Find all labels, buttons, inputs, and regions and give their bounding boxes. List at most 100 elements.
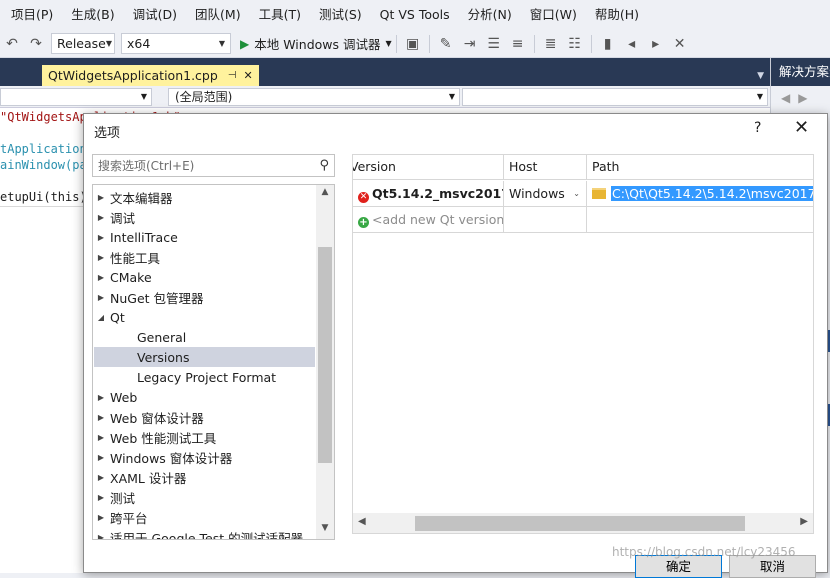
expand-icon[interactable]: ▶: [94, 473, 108, 482]
column-header-host[interactable]: Host: [504, 155, 587, 180]
table-row[interactable]: ✕Qt5.14.2_msvc2017_64 Windows ⌄ C:\Qt\Qt…: [353, 181, 813, 207]
outdent-icon[interactable]: ≡: [508, 34, 528, 54]
tree-item-web-performance-test-tools[interactable]: ▶ Web 性能测试工具: [94, 427, 315, 447]
format-icon[interactable]: ☰: [484, 34, 504, 54]
expand-icon[interactable]: ▶: [94, 513, 108, 522]
menu-qt-vs-tools[interactable]: Qt VS Tools: [371, 0, 459, 30]
close-icon[interactable]: ✕: [794, 117, 809, 138]
collapse-icon[interactable]: ◢: [94, 313, 108, 322]
clear-bookmarks-icon[interactable]: ✕: [670, 34, 690, 54]
expand-icon[interactable]: ▶: [94, 213, 108, 222]
redo-icon[interactable]: ↷: [26, 34, 46, 54]
expand-icon[interactable]: ▶: [94, 393, 108, 402]
tree-item-performance-tools[interactable]: ▶ 性能工具: [94, 247, 315, 267]
table-row[interactable]: + <add new Qt version>: [353, 207, 813, 233]
solution-platform-select[interactable]: x64 ▼: [121, 33, 231, 54]
next-bookmark-icon[interactable]: ▸: [646, 34, 666, 54]
expand-icon[interactable]: ▶: [94, 493, 108, 502]
menu-build[interactable]: 生成(B): [62, 0, 123, 30]
solution-config-select[interactable]: Release ▼: [51, 33, 115, 54]
search-icon[interactable]: ⚲: [319, 158, 329, 173]
version-cell[interactable]: ✕Qt5.14.2_msvc2017_64: [353, 181, 504, 206]
scrollbar-thumb[interactable]: [318, 247, 332, 463]
grid-horizontal-scrollbar[interactable]: ◀ ▶: [353, 513, 813, 533]
expand-icon[interactable]: ▶: [94, 233, 108, 242]
menu-tools[interactable]: 工具(T): [250, 0, 310, 30]
menu-debug[interactable]: 调试(D): [124, 0, 186, 30]
column-header-version[interactable]: Version: [353, 155, 504, 180]
menu-team[interactable]: 团队(M): [186, 0, 250, 30]
options-dialog: 选项 ? ✕ ⚲ ▶ 文本编辑器 ▶ 调试 ▶ IntelliTrace ▶ 性…: [83, 113, 828, 578]
tree-item-intellitrace[interactable]: ▶ IntelliTrace: [94, 227, 315, 247]
grid-header: Version Host Path: [353, 155, 813, 180]
tree-item-test[interactable]: ▶ 测试: [94, 487, 315, 507]
expand-icon[interactable]: ▶: [94, 433, 108, 442]
tab-qtwidgetsapplication1-cpp[interactable]: QtWidgetsApplication1.cpp ⊣ ✕: [42, 65, 259, 86]
tree-item-xaml-designer[interactable]: ▶ XAML 设计器: [94, 467, 315, 487]
expand-icon[interactable]: ▶: [94, 193, 108, 202]
tree-item-qt-general[interactable]: General: [94, 327, 315, 347]
tree-scrollbar[interactable]: ▲ ▼: [316, 185, 334, 539]
path-cell[interactable]: C:\Qt\Qt5.14.2\5.14.2\msvc2017_64: [587, 181, 813, 206]
wrench-icon[interactable]: ✎: [436, 34, 456, 54]
start-debugging-button[interactable]: ▶ 本地 Windows 调试器 ▼: [240, 34, 392, 53]
scroll-right-icon[interactable]: ▶: [800, 516, 808, 527]
pin-icon[interactable]: ⊣: [228, 70, 237, 81]
menu-test[interactable]: 测试(S): [310, 0, 371, 30]
tree-item-label: 测试: [110, 490, 136, 506]
prev-bookmark-icon[interactable]: ◂: [622, 34, 642, 54]
options-search[interactable]: ⚲: [92, 154, 335, 177]
forward-icon[interactable]: ▶: [798, 91, 807, 105]
options-tree: ▶ 文本编辑器 ▶ 调试 ▶ IntelliTrace ▶ 性能工具 ▶ CMa…: [92, 184, 335, 540]
scroll-down-icon[interactable]: ▼: [316, 523, 334, 533]
expand-icon[interactable]: ▶: [94, 253, 108, 262]
menu-window[interactable]: 窗口(W): [521, 0, 586, 30]
expand-icon[interactable]: ▶: [94, 293, 108, 302]
tree-item-web-forms-designer[interactable]: ▶ Web 窗体设计器: [94, 407, 315, 427]
scroll-left-icon[interactable]: ◀: [358, 516, 366, 527]
tab-label: QtWidgetsApplication1.cpp: [48, 68, 218, 83]
expand-icon[interactable]: ▶: [94, 533, 108, 540]
menu-analyze[interactable]: 分析(N): [459, 0, 521, 30]
add-version-label: <add new Qt version>: [372, 212, 504, 227]
expand-icon[interactable]: ▶: [94, 273, 108, 282]
tree-item-nuget[interactable]: ▶ NuGet 包管理器: [94, 287, 315, 307]
chevron-down-icon[interactable]: ▼: [385, 39, 391, 48]
undo-icon[interactable]: ↶: [2, 34, 22, 54]
chevron-down-icon[interactable]: ⌄: [573, 181, 580, 206]
tree-item-web[interactable]: ▶ Web: [94, 387, 315, 407]
step-icon[interactable]: ⇥: [460, 34, 480, 54]
comment-icon[interactable]: ≣: [541, 34, 561, 54]
back-icon[interactable]: ◀: [781, 91, 790, 105]
expand-icon[interactable]: ▶: [94, 413, 108, 422]
tree-item-qt[interactable]: ◢ Qt: [94, 307, 315, 327]
project-nav-select[interactable]: ▼: [0, 88, 152, 106]
expand-icon[interactable]: ▶: [94, 453, 108, 462]
column-header-path[interactable]: Path: [587, 155, 813, 180]
menu-help[interactable]: 帮助(H): [586, 0, 648, 30]
bookmark-icon[interactable]: ▮: [598, 34, 618, 54]
help-icon[interactable]: ?: [754, 120, 761, 136]
tree-item-qt-legacy-project-format[interactable]: Legacy Project Format: [94, 367, 315, 387]
tree-item-cross-platform[interactable]: ▶ 跨平台: [94, 507, 315, 527]
folder-icon[interactable]: [592, 188, 606, 199]
tree-item-qt-versions[interactable]: Versions: [94, 347, 315, 367]
chevron-down-icon[interactable]: ▼: [757, 71, 764, 81]
tree-item-text-editor[interactable]: ▶ 文本编辑器: [94, 187, 315, 207]
tree-item-debugging[interactable]: ▶ 调试: [94, 207, 315, 227]
member-nav-select[interactable]: ▼: [462, 88, 768, 106]
search-input[interactable]: [93, 155, 311, 176]
tree-item-cmake[interactable]: ▶ CMake: [94, 267, 315, 287]
scrollbar-thumb[interactable]: [415, 516, 745, 531]
menu-project[interactable]: 项目(P): [2, 0, 62, 30]
host-cell[interactable]: Windows ⌄: [504, 181, 587, 206]
uncomment-icon[interactable]: ☷: [565, 34, 585, 54]
solution-explorer-title[interactable]: 解决方案资: [771, 58, 830, 86]
close-icon[interactable]: ✕: [244, 69, 253, 82]
add-version-cell[interactable]: + <add new Qt version>: [353, 207, 504, 232]
tree-item-windows-forms-designer[interactable]: ▶ Windows 窗体设计器: [94, 447, 315, 467]
tree-item-google-test-adapter[interactable]: ▶ 适用于 Google Test 的测试适配器: [94, 527, 315, 540]
scroll-up-icon[interactable]: ▲: [316, 187, 334, 197]
browser-icon[interactable]: ▣: [403, 34, 423, 54]
scope-nav-select[interactable]: (全局范围) ▼: [168, 88, 460, 106]
